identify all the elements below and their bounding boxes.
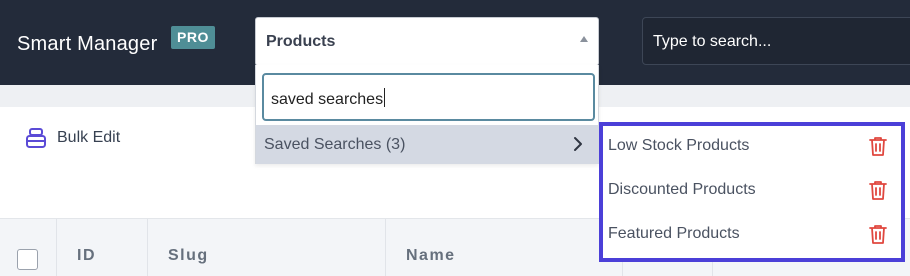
stack-icon [26,128,46,148]
bulk-edit-button[interactable]: Bulk Edit [24,124,120,152]
trash-icon[interactable] [867,179,889,201]
column-label-slug: Slug [168,247,209,264]
saved-searches-option[interactable]: Saved Searches (3) [256,125,599,164]
saved-search-label: Low Stock Products [608,137,750,154]
app-title: Smart Manager [17,33,158,55]
search-placeholder: Type to search... [653,33,772,50]
saved-searches-submenu: Low Stock Products Discounted Products F… [599,122,905,262]
column-header-id[interactable]: ID [57,219,148,276]
dashboard-dropdown: saved searches Saved Searches (3) [255,65,599,164]
dropdown-search-input[interactable]: saved searches [262,73,595,121]
chevron-right-icon [574,137,582,151]
column-header-slug[interactable]: Slug [148,219,386,276]
column-label-id: ID [77,247,96,264]
dropdown-search-value: saved searches [271,88,386,109]
select-all-cell [0,219,57,276]
dashboard-select[interactable]: Products [255,17,599,66]
caret-up-icon [580,36,588,42]
trash-icon[interactable] [867,135,889,157]
dashboard-select-value: Products [266,33,336,50]
saved-searches-label: Saved Searches (3) [264,136,406,153]
saved-search-label: Discounted Products [608,181,756,198]
text-cursor [384,88,386,107]
bulk-edit-label: Bulk Edit [57,129,121,146]
saved-search-item[interactable]: Low Stock Products [603,126,901,170]
saved-search-item[interactable]: Featured Products [603,214,901,258]
column-header-name[interactable]: Name [386,219,623,276]
saved-search-item[interactable]: Discounted Products [603,170,901,214]
pro-badge: PRO [171,26,215,49]
search-input[interactable]: Type to search... [642,17,910,65]
saved-search-label: Featured Products [608,225,740,242]
select-all-checkbox[interactable] [17,249,38,270]
trash-icon[interactable] [867,223,889,245]
column-label-name: Name [406,247,456,264]
